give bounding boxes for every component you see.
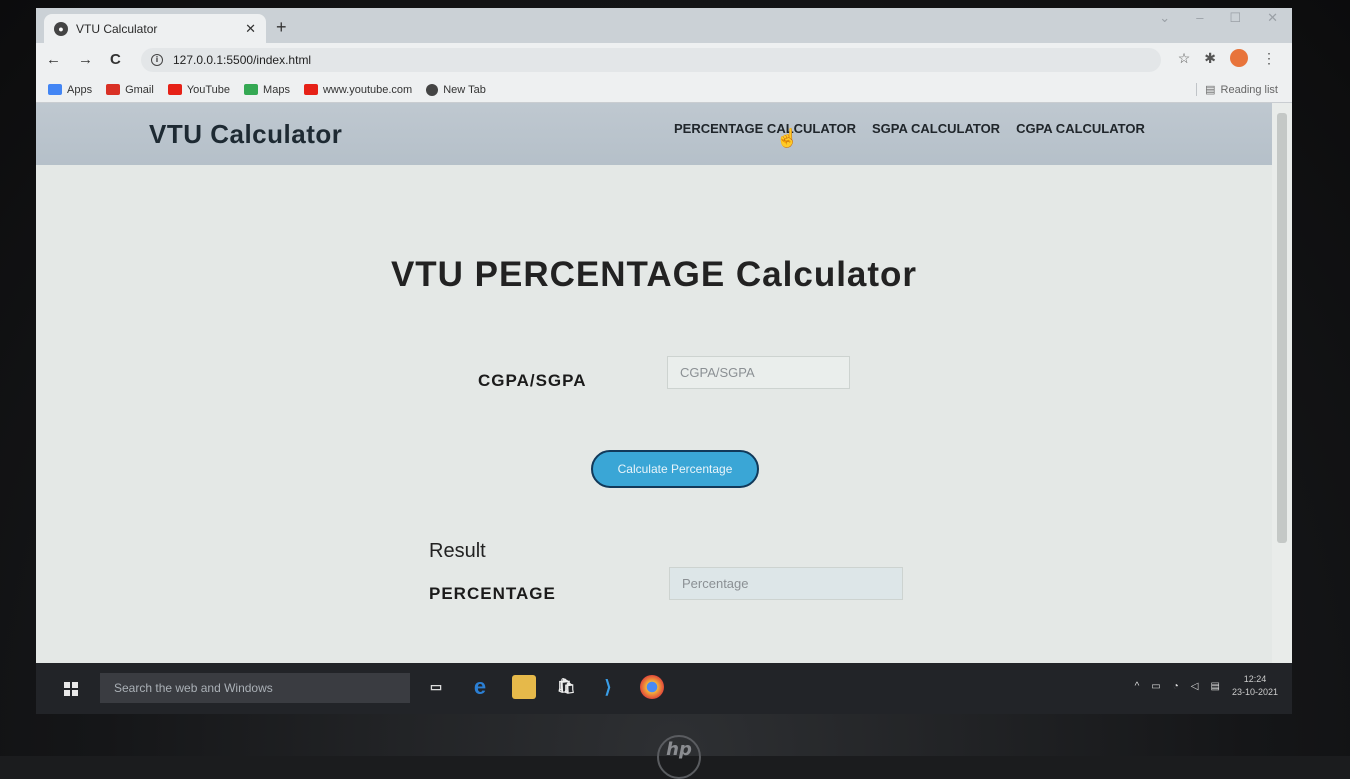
reading-list-label: Reading list	[1220, 83, 1278, 96]
task-view-icon[interactable]: ▭	[424, 675, 448, 699]
bookmark-apps[interactable]: Apps	[48, 84, 92, 96]
bookmark-youtube-com[interactable]: www.youtube.com	[303, 83, 413, 96]
screen: ● VTU Calculator ✕ + ⌄ – ☐ ✕ ← → C i 127…	[36, 8, 1292, 714]
close-window-icon[interactable]: ✕	[1267, 10, 1278, 26]
more-menu-icon[interactable]: ⋮	[1262, 50, 1276, 67]
chrome-icon[interactable]	[640, 675, 664, 699]
laptop-bezel: ● VTU Calculator ✕ + ⌄ – ☐ ✕ ← → C i 127…	[0, 0, 1350, 779]
hp-logo: hp	[657, 735, 701, 779]
reading-list[interactable]: ▤ Reading list	[1196, 83, 1278, 96]
system-tray: ^ ▭ ◔ ◁ ▤ 12:24 23-10-2021	[1135, 673, 1278, 699]
info-icon[interactable]: i	[151, 54, 163, 66]
new-tab-icon[interactable]: +	[276, 17, 287, 38]
page-scrollbar[interactable]	[1272, 103, 1292, 663]
bookmark-label: Apps	[67, 83, 93, 96]
close-tab-icon[interactable]: ✕	[245, 21, 256, 37]
gmail-icon	[106, 84, 121, 95]
reload-icon[interactable]: C	[110, 51, 121, 68]
youtube-icon	[167, 84, 182, 95]
cgpa-input[interactable]: CGPA/SGPA	[667, 356, 850, 389]
profile-avatar[interactable]	[1230, 49, 1248, 67]
scrollbar-thumb[interactable]	[1277, 113, 1287, 543]
hand-cursor-icon: ☝	[776, 128, 799, 148]
youtube-icon	[303, 84, 318, 95]
url-field[interactable]: i 127.0.0.1:5500/index.html	[141, 48, 1161, 72]
nav-buttons: ← → C	[46, 51, 121, 68]
bookmark-youtube[interactable]: YouTube	[167, 83, 231, 96]
globe-icon	[426, 83, 439, 96]
clock[interactable]: 12:24 23-10-2021	[1232, 673, 1278, 699]
windows-taskbar: Search the web and Windows ▭ e 🛍 ⟩ ^ ▭ ◔…	[36, 663, 1292, 714]
windows-start-icon[interactable]	[64, 682, 78, 696]
chevron-up-icon[interactable]: ^	[1135, 681, 1140, 692]
bookmark-gmail[interactable]: Gmail	[106, 84, 154, 96]
maps-icon	[244, 84, 259, 95]
apps-grid-icon	[48, 84, 62, 95]
calculate-percentage-button[interactable]: Calculate Percentage	[591, 450, 759, 488]
chevron-down-icon[interactable]: ⌄	[1159, 10, 1170, 26]
taskbar-search[interactable]: Search the web and Windows	[100, 673, 410, 703]
clock-time: 12:24	[1243, 674, 1267, 684]
notification-icon[interactable]: ▤	[1211, 681, 1220, 692]
nav-percentage-calculator[interactable]: PERCENTAGE CALCULATOR	[674, 121, 856, 136]
back-arrow-icon[interactable]: ←	[46, 51, 61, 68]
bookmark-new-tab[interactable]: New Tab	[426, 83, 486, 96]
site-header: VTU Calculator PERCENTAGE CALCULATOR SGP…	[36, 103, 1272, 165]
battery-icon[interactable]: ▭	[1151, 681, 1160, 692]
speaker-icon[interactable]: ◁	[1191, 681, 1199, 692]
bookmarks-bar: Apps Gmail YouTube Maps www.youtube.com …	[36, 77, 1292, 103]
window-controls: ⌄ – ☐ ✕	[1159, 10, 1278, 26]
address-bar-row: ← → C i 127.0.0.1:5500/index.html ☆ ✱ ⋮	[36, 43, 1292, 77]
percentage-label: PERCENTAGE	[429, 584, 556, 603]
bookmark-label: YouTube	[186, 83, 231, 96]
browser-tab-bar: ● VTU Calculator ✕ + ⌄ – ☐ ✕	[36, 8, 1292, 43]
page-title: VTU PERCENTAGE Calculator	[390, 255, 918, 294]
maximize-icon[interactable]: ☐	[1229, 10, 1241, 26]
bookmark-label: Maps	[263, 83, 290, 96]
result-heading: Result	[429, 540, 486, 562]
bookmark-label: Gmail	[125, 83, 154, 96]
cgpa-label: CGPA/SGPA	[478, 371, 587, 390]
site-nav: PERCENTAGE CALCULATOR SGPA CALCULATOR CG…	[674, 121, 1145, 136]
nav-sgpa-calculator[interactable]: SGPA CALCULATOR	[872, 121, 1000, 136]
globe-icon: ●	[54, 21, 68, 36]
web-page: VTU Calculator PERCENTAGE CALCULATOR SGP…	[36, 103, 1272, 663]
forward-arrow-icon[interactable]: →	[78, 51, 93, 68]
bookmark-label: New Tab	[443, 83, 486, 96]
reading-list-icon: ▤	[1205, 84, 1216, 96]
minimize-icon[interactable]: –	[1196, 10, 1203, 26]
tab-title: VTU Calculator	[76, 21, 158, 36]
puzzle-icon[interactable]: ✱	[1204, 50, 1216, 67]
file-explorer-icon[interactable]	[512, 675, 536, 699]
nav-cgpa-calculator[interactable]: CGPA CALCULATOR	[1016, 121, 1145, 136]
star-icon[interactable]: ☆	[1178, 50, 1191, 67]
store-icon[interactable]: 🛍	[554, 675, 578, 699]
bookmark-maps[interactable]: Maps	[244, 84, 290, 96]
clock-date: 23-10-2021	[1231, 687, 1278, 697]
toolbar-extensions: ☆ ✱ ⋮	[1178, 49, 1276, 67]
percentage-output[interactable]: Percentage	[669, 567, 903, 600]
wifi-icon[interactable]: ◔	[1173, 681, 1179, 692]
bookmark-label: www.youtube.com	[322, 83, 413, 96]
browser-tab[interactable]: ● VTU Calculator ✕	[44, 14, 266, 43]
url-text: 127.0.0.1:5500/index.html	[173, 53, 312, 67]
vscode-icon[interactable]: ⟩	[596, 675, 620, 699]
edge-icon[interactable]: e	[468, 675, 492, 699]
site-brand[interactable]: VTU Calculator	[149, 119, 342, 150]
